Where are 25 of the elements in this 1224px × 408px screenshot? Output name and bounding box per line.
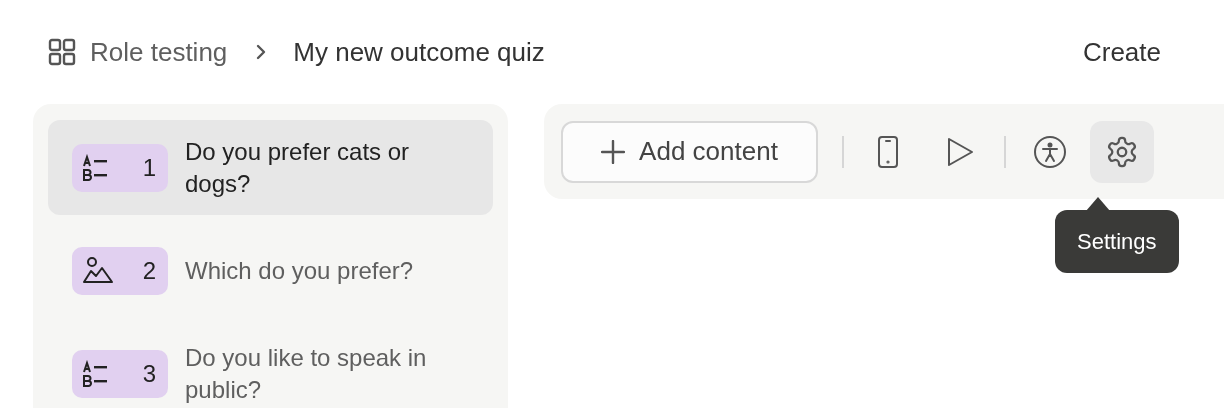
play-icon xyxy=(946,136,974,167)
question-title: Do you like to speak in public? xyxy=(185,342,428,405)
create-button[interactable]: Create xyxy=(1082,36,1161,68)
accessibility-icon xyxy=(1033,134,1067,169)
question-item[interactable]: 2 Which do you prefer? xyxy=(48,223,493,318)
question-number: 1 xyxy=(142,153,156,182)
question-title: Do you prefer cats or dogs? xyxy=(185,136,411,199)
chevron-right-icon xyxy=(255,44,268,60)
plus-icon xyxy=(601,139,626,164)
question-number: 3 xyxy=(142,359,156,388)
multiple-choice-icon xyxy=(82,359,110,388)
breadcrumb-link[interactable]: Role testing xyxy=(90,36,228,68)
phone-icon xyxy=(877,135,899,168)
question-item[interactable]: 3 Do you like to speak in public? xyxy=(48,326,493,408)
question-item[interactable]: 1 Do you prefer cats or dogs? xyxy=(48,120,493,215)
breadcrumb-current: My new outcome quiz xyxy=(293,36,545,68)
question-number: 2 xyxy=(142,256,156,285)
settings-icon xyxy=(1105,134,1139,169)
add-content-button[interactable]: Add content xyxy=(561,120,818,183)
settings-button[interactable] xyxy=(1090,120,1154,183)
grid-icon xyxy=(48,38,76,66)
question-title: Which do you prefer? xyxy=(185,255,414,286)
multiple-choice-icon xyxy=(82,153,110,182)
tooltip: Settings xyxy=(1055,210,1179,273)
landscape-icon xyxy=(82,255,114,286)
